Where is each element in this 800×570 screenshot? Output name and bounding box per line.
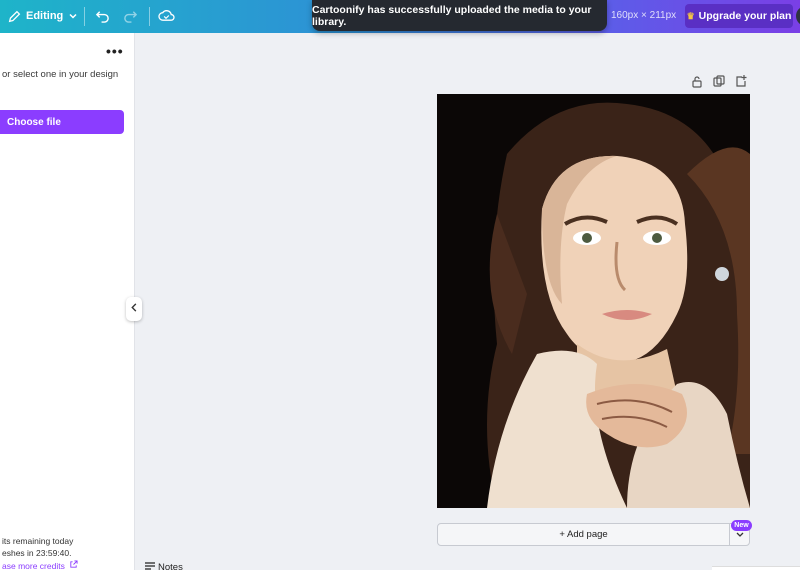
notes-icon [145, 562, 155, 570]
credits-remaining-text: its remaining today [2, 536, 74, 546]
avatar[interactable] [796, 6, 800, 26]
more-options-icon[interactable]: ••• [106, 43, 124, 59]
upload-success-toast: Cartoonify has successfully uploaded the… [312, 0, 607, 31]
upgrade-plan-button[interactable]: ♛ Upgrade your plan [685, 4, 793, 28]
app-side-panel: ••• or select one in your design Choose … [0, 33, 135, 570]
chevron-left-icon [130, 303, 138, 315]
purchase-credits-label: ase more credits [2, 560, 65, 570]
choose-file-label: Choose file [7, 116, 61, 128]
editing-mode-button[interactable]: Editing [8, 6, 78, 26]
crown-icon: ♛ [686, 10, 695, 21]
panel-description: or select one in your design [2, 69, 119, 80]
editing-label: Editing [26, 10, 64, 22]
undo-icon[interactable] [95, 8, 110, 23]
purchase-credits-link[interactable]: ase more credits [2, 560, 78, 570]
duplicate-page-icon[interactable] [713, 75, 725, 88]
footer-bar [712, 566, 800, 570]
design-dimensions: 160px × 211px [611, 10, 677, 21]
cloud-saved-icon[interactable] [158, 8, 175, 23]
add-page-label: + Add page [559, 529, 608, 540]
cartoonified-image[interactable] [437, 94, 750, 508]
external-link-icon [69, 560, 78, 570]
notes-label: Notes [158, 562, 183, 570]
upgrade-label: Upgrade your plan [698, 10, 792, 22]
collapse-panel-button[interactable] [126, 297, 142, 321]
chevron-down-icon [68, 11, 78, 21]
new-badge: New [731, 520, 752, 531]
add-page-icon[interactable] [735, 75, 747, 88]
add-page-button[interactable]: + Add page [437, 523, 730, 546]
pencil-icon [8, 10, 21, 23]
choose-file-button[interactable]: Choose file [0, 110, 124, 134]
notes-button[interactable]: Notes [145, 562, 183, 570]
toolbar-divider [84, 7, 85, 26]
toast-message: Cartoonify has successfully uploaded the… [312, 3, 592, 28]
portrait-illustration [437, 94, 750, 508]
credits-refresh-text: eshes in 23:59:40. [2, 548, 72, 558]
chevron-down-icon [736, 530, 744, 540]
toolbar-divider [149, 7, 150, 26]
redo-icon[interactable] [123, 8, 138, 23]
lock-icon[interactable] [691, 75, 703, 88]
